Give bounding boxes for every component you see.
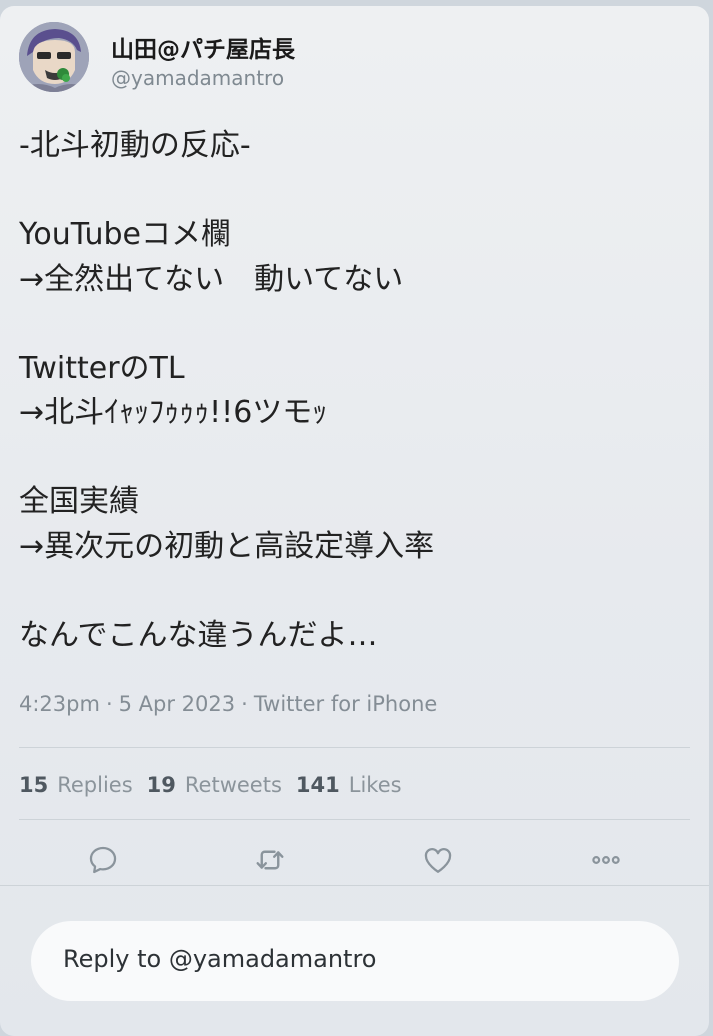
tweet-line: →異次元の初動と高設定導入率: [19, 528, 435, 564]
tweet-text: -北斗初動の反応- YouTubeコメ欄 →全然出てない 動いてない Twitt…: [19, 124, 689, 658]
tweet-line: →北斗ｲｬｯﾌｩｩｩ!!6ツモｯ: [19, 395, 328, 430]
retweets-label[interactable]: Retweets: [185, 773, 282, 797]
tweet-date[interactable]: 5 Apr 2023: [119, 692, 235, 716]
tweet-line: [19, 302, 689, 347]
tweet-line: [19, 436, 689, 481]
tweet-line: [19, 169, 689, 214]
replies-count[interactable]: 15: [19, 773, 48, 797]
meta-separator: ·: [105, 692, 113, 716]
tweet-line: [19, 569, 689, 614]
like-button[interactable]: [416, 838, 460, 882]
replies-label[interactable]: Replies: [57, 773, 132, 797]
tweet-stats: 15 Replies 19 Retweets 141 Likes: [19, 773, 416, 797]
tweet-line: YouTubeコメ欄: [19, 217, 231, 252]
more-button[interactable]: [584, 838, 628, 882]
tweet-line: 全国実績: [19, 484, 139, 519]
user-handle[interactable]: @yamadamantro: [111, 66, 284, 90]
tweet-card: 山田@パチ屋店長 @yamadamantro -北斗初動の反応- YouTube…: [0, 6, 709, 1036]
action-bar: [0, 838, 709, 882]
tweet-source[interactable]: Twitter for iPhone: [254, 692, 438, 716]
divider: [19, 819, 690, 820]
tweet-line: -北斗初動の反応-: [19, 128, 251, 163]
tweet-meta: 4:23pm · 5 Apr 2023 · Twitter for iPhone: [19, 692, 437, 716]
tweet-time[interactable]: 4:23pm: [19, 692, 100, 716]
reply-button[interactable]: [81, 838, 125, 882]
reply-icon: [89, 846, 117, 874]
more-icon: [592, 856, 620, 864]
tweet-line: なんでこんな違うんだよ…: [19, 617, 378, 653]
retweet-button[interactable]: [248, 838, 292, 882]
retweet-icon: [256, 850, 284, 870]
display-name[interactable]: 山田@パチ屋店長: [111, 30, 295, 64]
likes-count[interactable]: 141: [296, 773, 340, 797]
divider: [19, 747, 690, 748]
tweet-line: →全然出てない 動いてない: [19, 261, 404, 297]
like-icon: [424, 848, 452, 873]
likes-label[interactable]: Likes: [349, 773, 402, 797]
avatar[interactable]: [19, 22, 89, 92]
reply-input[interactable]: Reply to @yamadamantro: [31, 921, 679, 1001]
reply-placeholder: Reply to @yamadamantro: [63, 945, 377, 973]
retweets-count[interactable]: 19: [147, 773, 176, 797]
avatar-image: [19, 22, 89, 92]
tweet-line: TwitterのTL: [19, 350, 185, 386]
divider: [0, 885, 709, 886]
meta-separator: ·: [241, 692, 248, 716]
